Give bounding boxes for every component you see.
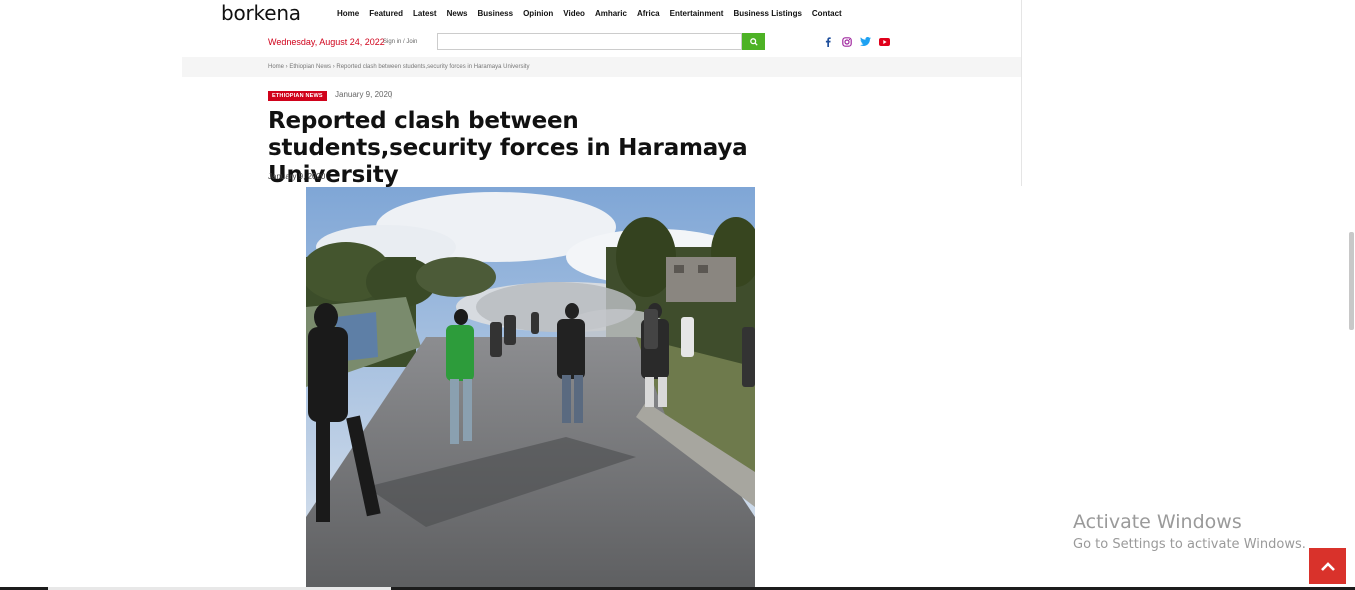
menu-item-business-listings[interactable]: Business Listings [733,9,801,18]
instagram-icon[interactable] [841,36,852,47]
search-button[interactable] [742,33,765,50]
signin-link[interactable]: Sign in / Join [383,39,417,45]
search-input[interactable] [437,33,742,50]
page-scrollbar[interactable] [1349,232,1354,330]
content-divider [1021,0,1022,186]
menu-item-business[interactable]: Business [478,9,514,18]
menu-item-entertainment[interactable]: Entertainment [670,9,724,18]
current-date: Wednesday, August 24, 2022 [268,37,385,47]
menu-item-news[interactable]: News [447,9,468,18]
article-image [306,187,755,590]
menu-item-africa[interactable]: Africa [637,9,660,18]
page: borkena Home Featured Latest News Busine… [0,0,1355,590]
article-date: January 9, 2020 [268,172,326,181]
facebook-icon[interactable] [822,36,833,47]
chevron-up-icon [1320,562,1335,571]
social-links [822,36,890,47]
article-title: Reported clash between students,security… [268,108,748,188]
back-to-top-button[interactable] [1309,548,1346,584]
main-menu: Home Featured Latest News Business Opini… [337,9,852,18]
menu-item-latest[interactable]: Latest [413,9,437,18]
menu-item-amharic[interactable]: Amharic [595,9,627,18]
menu-item-video[interactable]: Video [563,9,585,18]
category-badge[interactable]: ETHIOPIAN NEWS [268,91,327,101]
menu-item-featured[interactable]: Featured [369,9,403,18]
menu-item-opinion[interactable]: Opinion [523,9,553,18]
site-logo[interactable]: borkena [221,1,301,25]
breadcrumb[interactable]: Home › Ethiopian News › Reported clash b… [268,64,529,70]
search-icon [749,37,758,46]
twitter-icon[interactable] [860,36,871,47]
activate-subtitle: Go to Settings to activate Windows. [1073,537,1306,552]
menu-item-contact[interactable]: Contact [812,9,842,18]
activate-windows-watermark: Activate Windows Go to Settings to activ… [1073,511,1306,552]
menu-item-home[interactable]: Home [337,9,359,18]
meta-separator: | [390,90,393,99]
article-meta-date: January 9, 2020 [335,90,393,99]
activate-title: Activate Windows [1073,511,1242,533]
youtube-icon[interactable] [879,36,890,47]
